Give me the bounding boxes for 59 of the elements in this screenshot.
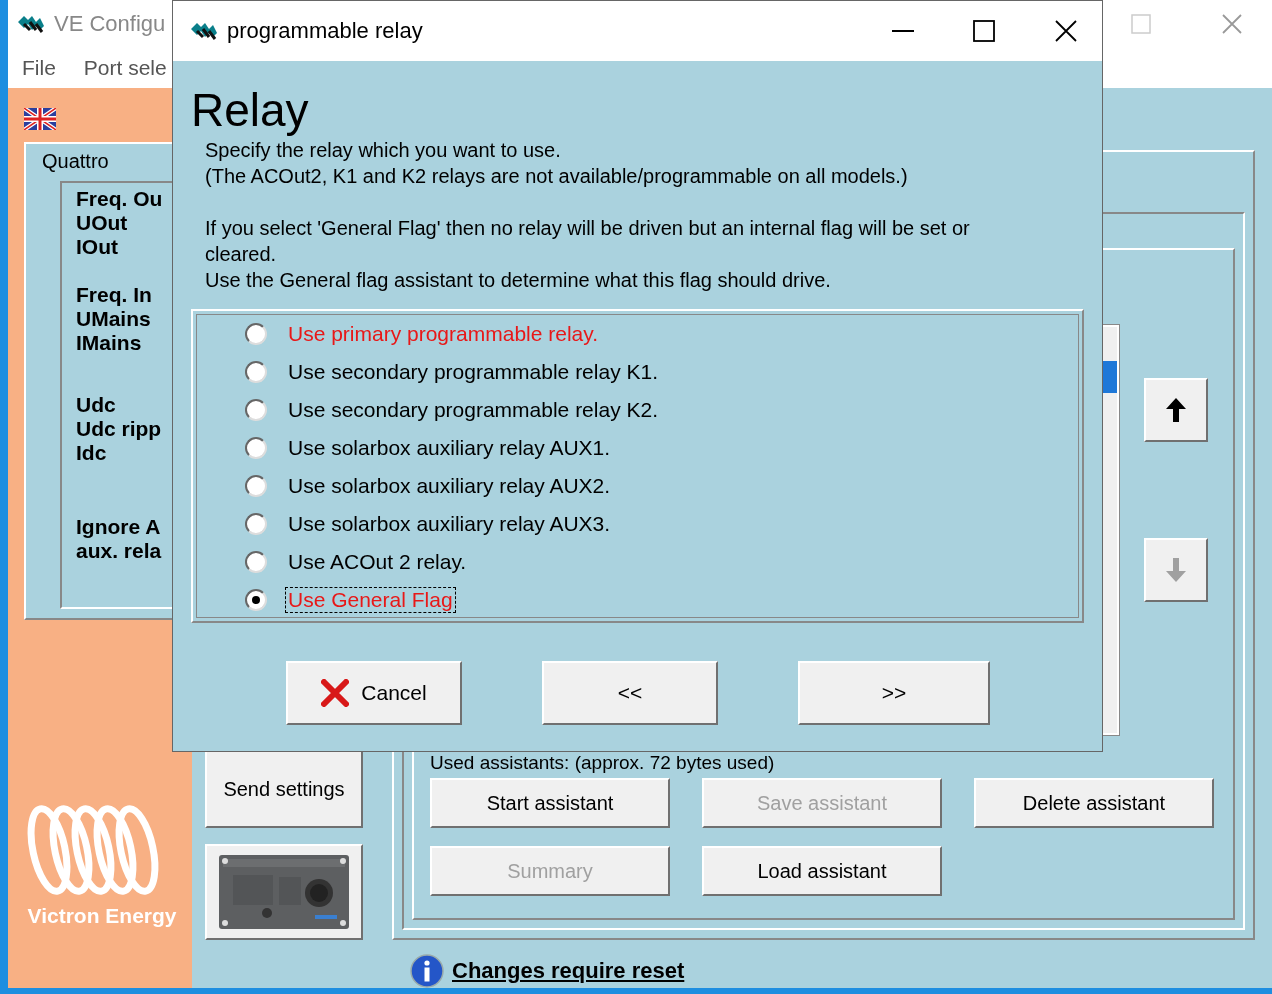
field-label: UMains: [76, 307, 151, 331]
radio-button[interactable]: [245, 513, 267, 535]
minimize-icon: [892, 30, 914, 32]
option-label[interactable]: Use secondary programmable relay K2.: [285, 397, 661, 423]
description-text: Use the General flag assistant to determine what this flag should drive.: [205, 268, 832, 293]
option-label[interactable]: Use secondary programmable relay K1.: [285, 359, 661, 385]
dialog-heading: Relay: [191, 83, 310, 137]
cancel-button[interactable]: Cancel: [286, 661, 462, 725]
device-image-button[interactable]: [205, 844, 363, 940]
send-settings-button[interactable]: Send settings: [205, 750, 363, 828]
menu-item[interactable]: File: [22, 56, 56, 80]
description-text: If you select 'General Flag' then no relay will be driven but an internal flag will be set or cleared.: [205, 216, 971, 267]
flag-icon: [24, 108, 56, 130]
field-label: Freq. Ou: [76, 187, 163, 211]
menu-item[interactable]: Port sele: [83, 56, 167, 80]
field-label: Udc ripp: [76, 417, 162, 441]
field-label: IOut: [76, 235, 118, 259]
field-label: Freq. In: [76, 283, 152, 307]
option-label[interactable]: Use solarbox auxiliary relay AUX1.: [285, 435, 614, 461]
window-title: programmable relay: [227, 18, 423, 44]
down-arrow-icon: [1165, 557, 1187, 583]
close-icon: [1054, 19, 1078, 43]
reset-link[interactable]: Changes require reset: [452, 958, 685, 984]
radio-button[interactable]: [245, 399, 267, 421]
maximize-icon: [972, 19, 996, 43]
move-up-button[interactable]: [1144, 378, 1208, 442]
radio-button[interactable]: [245, 323, 267, 345]
option-label[interactable]: Use ACOut 2 relay.: [285, 549, 470, 575]
nav-button[interactable]: >>: [798, 661, 990, 725]
assistant-button[interactable]: Load assistant: [702, 846, 942, 896]
option-label[interactable]: Use solarbox auxiliary relay AUX3.: [285, 511, 614, 537]
assistant-button[interactable]: Delete assistant: [974, 778, 1214, 828]
field-label: Ignore A: [76, 515, 161, 539]
radio-button[interactable]: [245, 437, 267, 459]
info-icon: [410, 954, 444, 988]
window-title: VE Configu: [54, 11, 166, 37]
nav-button[interactable]: <<: [542, 661, 718, 725]
radio-button[interactable]: [245, 589, 267, 611]
assistant-button[interactable]: Start assistant: [430, 778, 670, 828]
assistants-label: Used assistants: (approx. 72 bytes used): [430, 752, 775, 774]
field-label: aux. rela: [76, 539, 162, 563]
panel-title: Quattro: [42, 150, 110, 173]
logo-text: Victron Energy: [27, 904, 177, 928]
description-text: Specify the relay which you want to use.: [205, 138, 562, 163]
field-label: Idc: [76, 441, 107, 465]
field-label: UOut: [76, 211, 128, 235]
radio-button[interactable]: [245, 551, 267, 573]
maximize-icon: [1130, 13, 1152, 35]
app-icon: [189, 21, 219, 41]
up-arrow-icon: [1165, 397, 1187, 423]
app-icon: [16, 14, 46, 34]
description-text: (The ACOut2, K1 and K2 relays are not available/programmable on all models.): [205, 164, 909, 189]
field-label: Udc: [76, 393, 116, 417]
radio-button[interactable]: [245, 475, 267, 497]
close-icon: [1220, 12, 1244, 36]
field-label: IMains: [76, 331, 142, 355]
radio-button[interactable]: [245, 361, 267, 383]
cross-icon: [321, 679, 350, 707]
option-label[interactable]: Use solarbox auxiliary relay AUX2.: [285, 473, 614, 499]
